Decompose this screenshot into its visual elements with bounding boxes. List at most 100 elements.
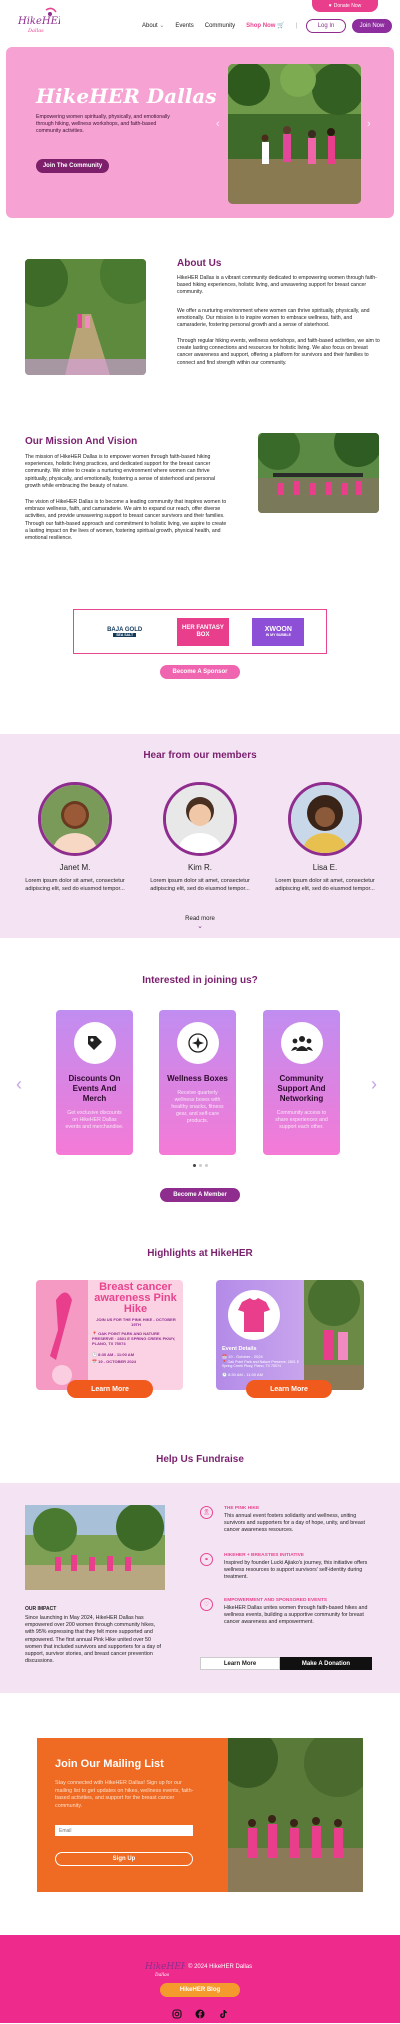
benefit-card[interactable]: Wellness Boxes Receive quarterly wellnes…	[159, 1010, 236, 1155]
fundraise-learn-more-button[interactable]: Learn More	[200, 1657, 280, 1670]
nav-shop[interactable]: Shop Now 🛒	[246, 22, 285, 29]
member-quote: Lorem ipsum dolor sit amet, consectetur …	[150, 878, 250, 892]
instagram-icon[interactable]	[172, 2006, 182, 2019]
testimonials-title: Hear from our members	[143, 750, 257, 761]
mailing-text: Stay connected with HikeHER Dallas! Sign…	[55, 1780, 194, 1809]
sponsor-xwoon[interactable]: XWOON IN MY BUBBLE	[252, 617, 305, 646]
highlights-title: Highlights at HikeHER	[147, 1248, 253, 1259]
nav-community[interactable]: Community	[205, 23, 235, 29]
heart-icon: ♡	[200, 1598, 213, 1611]
tiktok-icon[interactable]	[218, 2006, 228, 2018]
hero-title: HikeHER Dallas	[36, 84, 217, 108]
fundraise-item-title: HIKEHER + BREASTIES INITIATIVE	[224, 1553, 305, 1558]
about-title: About Us	[177, 258, 222, 269]
sponsor-name: XWOON	[264, 626, 292, 633]
poster-image	[304, 1280, 364, 1390]
poster-date: 📅 19 - October - 2024	[222, 1354, 263, 1359]
highlight-poster-pink-hike: Breast cancer awareness Pink Hike JOIN U…	[36, 1280, 183, 1390]
donate-now-button[interactable]: ♥ Donate Now	[312, 0, 378, 12]
main-nav: About ⌄ Events Community Shop Now 🛒 |	[142, 22, 298, 30]
carousel-dot[interactable]	[199, 1164, 202, 1167]
sparkle-icon	[176, 1022, 219, 1064]
fundraise-item: ♡ EMPOWERMENT AND SPONSORED EVENTS HikeH…	[200, 1598, 380, 1628]
carousel-prev-icon[interactable]: ‹	[16, 1074, 22, 1095]
mailing-photo	[218, 1738, 363, 1892]
sponsor-name: HER FANTASY BOX	[182, 624, 224, 638]
mailing-title: Join Our Mailing List	[55, 1758, 164, 1770]
cart-icon: 🛒	[277, 23, 285, 29]
testimonial-card: Lisa E. Lorem ipsum dolor sit amet, cons…	[275, 782, 375, 893]
join-community-button[interactable]: Join The Community	[36, 159, 109, 173]
become-sponsor-button[interactable]: Become A Sponsor	[160, 665, 240, 679]
join-now-button[interactable]: Join Now	[352, 19, 392, 33]
fundraise-item: 🎗 THE PINK HIKE This annual event foster…	[200, 1506, 380, 1536]
poster-time: 🕒 8:30 AM - 11:00 AM	[222, 1372, 263, 1377]
impact-text: Since launching in May 2024, HikeHER Dal…	[25, 1615, 162, 1665]
carousel-prev-icon[interactable]: ‹	[216, 118, 220, 130]
highlight-poster-event-details: Event Details 📅 19 - October - 2024 📍 Oa…	[216, 1280, 364, 1390]
tshirt-icon	[228, 1290, 280, 1340]
learn-more-button[interactable]: Learn More	[67, 1380, 153, 1398]
about-photo	[25, 259, 146, 375]
benefit-text: Receive quarterly wellness boxes with he…	[171, 1090, 224, 1124]
site-logo[interactable]: HikeHER Dallas	[16, 6, 66, 36]
chevron-down-icon: ⌄	[159, 23, 165, 29]
svg-text:HikeHER: HikeHER	[145, 1962, 185, 1972]
mission-paragraph-1: The mission of HikeHER Dallas is to empo…	[25, 454, 216, 489]
chevron-down-icon: ⌄	[197, 923, 203, 930]
benefit-card[interactable]: Community Support And Networking Communi…	[263, 1010, 340, 1155]
facebook-icon[interactable]	[195, 2006, 205, 2019]
handshake-icon: ⚭	[200, 1553, 213, 1566]
about-paragraph-2: We offer a nurturing environment where w…	[177, 308, 370, 329]
avatar	[163, 782, 237, 856]
ribbon-icon: 🎗	[200, 1506, 213, 1519]
blog-button[interactable]: HikeHER Blog	[160, 1983, 240, 1997]
benefit-text: Community access to share experiences an…	[275, 1110, 328, 1130]
benefits-title: Interested in joining us?	[142, 975, 258, 986]
member-name: Janet M.	[59, 863, 91, 872]
footer-logo[interactable]: HikeHER Dallas	[144, 1957, 188, 1978]
sign-up-button[interactable]: Sign Up	[55, 1852, 193, 1866]
become-member-button[interactable]: Become A Member	[160, 1188, 240, 1202]
fundraise-item-text: Inspired by founder Lucki Ajiako's journ…	[224, 1560, 368, 1580]
member-name: Lisa E.	[312, 863, 338, 872]
email-field[interactable]	[55, 1825, 193, 1836]
svg-text:HikeHER: HikeHER	[17, 16, 60, 27]
sponsor-sub: SEA SALT	[113, 632, 137, 637]
poster-date: 📅 19 - OCTOBER 2024	[92, 1359, 137, 1364]
impact-title: OUR IMPACT	[25, 1606, 57, 1612]
sponsor-baja-gold[interactable]: BAJA GOLD SEA SALT	[95, 617, 154, 646]
mailing-form-panel: Join Our Mailing List Stay connected wit…	[37, 1738, 228, 1892]
carousel-next-icon[interactable]: ›	[367, 118, 371, 130]
fundraise-title: Help Us Fundraise	[156, 1454, 244, 1465]
poster-title: Event Details	[222, 1346, 257, 1352]
sponsor-her-fantasy-box[interactable]: HER FANTASY BOX	[176, 617, 229, 646]
fundraise-item-title: EMPOWERMENT AND SPONSORED EVENTS	[224, 1598, 327, 1603]
fundraise-photo	[25, 1505, 165, 1590]
tag-icon	[73, 1022, 116, 1064]
member-quote: Lorem ipsum dolor sit amet, consectetur …	[25, 878, 125, 892]
read-more-link[interactable]: Read more ⌄	[0, 916, 400, 930]
nav-about[interactable]: About ⌄	[142, 22, 164, 29]
learn-more-button[interactable]: Learn More	[246, 1380, 332, 1398]
benefit-title: Community Support And Networking	[277, 1074, 326, 1103]
fundraise-item: ⚭ HIKEHER + BREASTIES INITIATIVE Inspire…	[200, 1553, 380, 1583]
make-donation-button[interactable]: Make A Donation	[280, 1657, 372, 1670]
mission-title: Our Mission And Vision	[25, 436, 138, 447]
avatar	[38, 782, 112, 856]
nav-events[interactable]: Events	[175, 23, 193, 29]
mailing-list-section: Join Our Mailing List Stay connected wit…	[37, 1738, 363, 1892]
heart-icon: ♥	[328, 3, 332, 9]
about-paragraph-3: Through regular hiking events, wellness …	[177, 338, 380, 366]
carousel-dot[interactable]	[205, 1164, 208, 1167]
nav-divider: |	[295, 22, 298, 29]
avatar	[288, 782, 362, 856]
sponsor-sub: IN MY BUBBLE	[265, 633, 291, 637]
fundraise-item-text: HikeHER Dallas unites women through fait…	[224, 1605, 368, 1625]
benefit-card[interactable]: Discounts On Events And Merch Get exclus…	[56, 1010, 133, 1155]
benefit-title: Discounts On Events And Merch	[68, 1074, 121, 1103]
login-button[interactable]: Log In	[306, 19, 346, 33]
carousel-dot[interactable]	[193, 1164, 196, 1167]
carousel-next-icon[interactable]: ›	[371, 1074, 377, 1095]
svg-text:Dallas: Dallas	[27, 28, 44, 34]
